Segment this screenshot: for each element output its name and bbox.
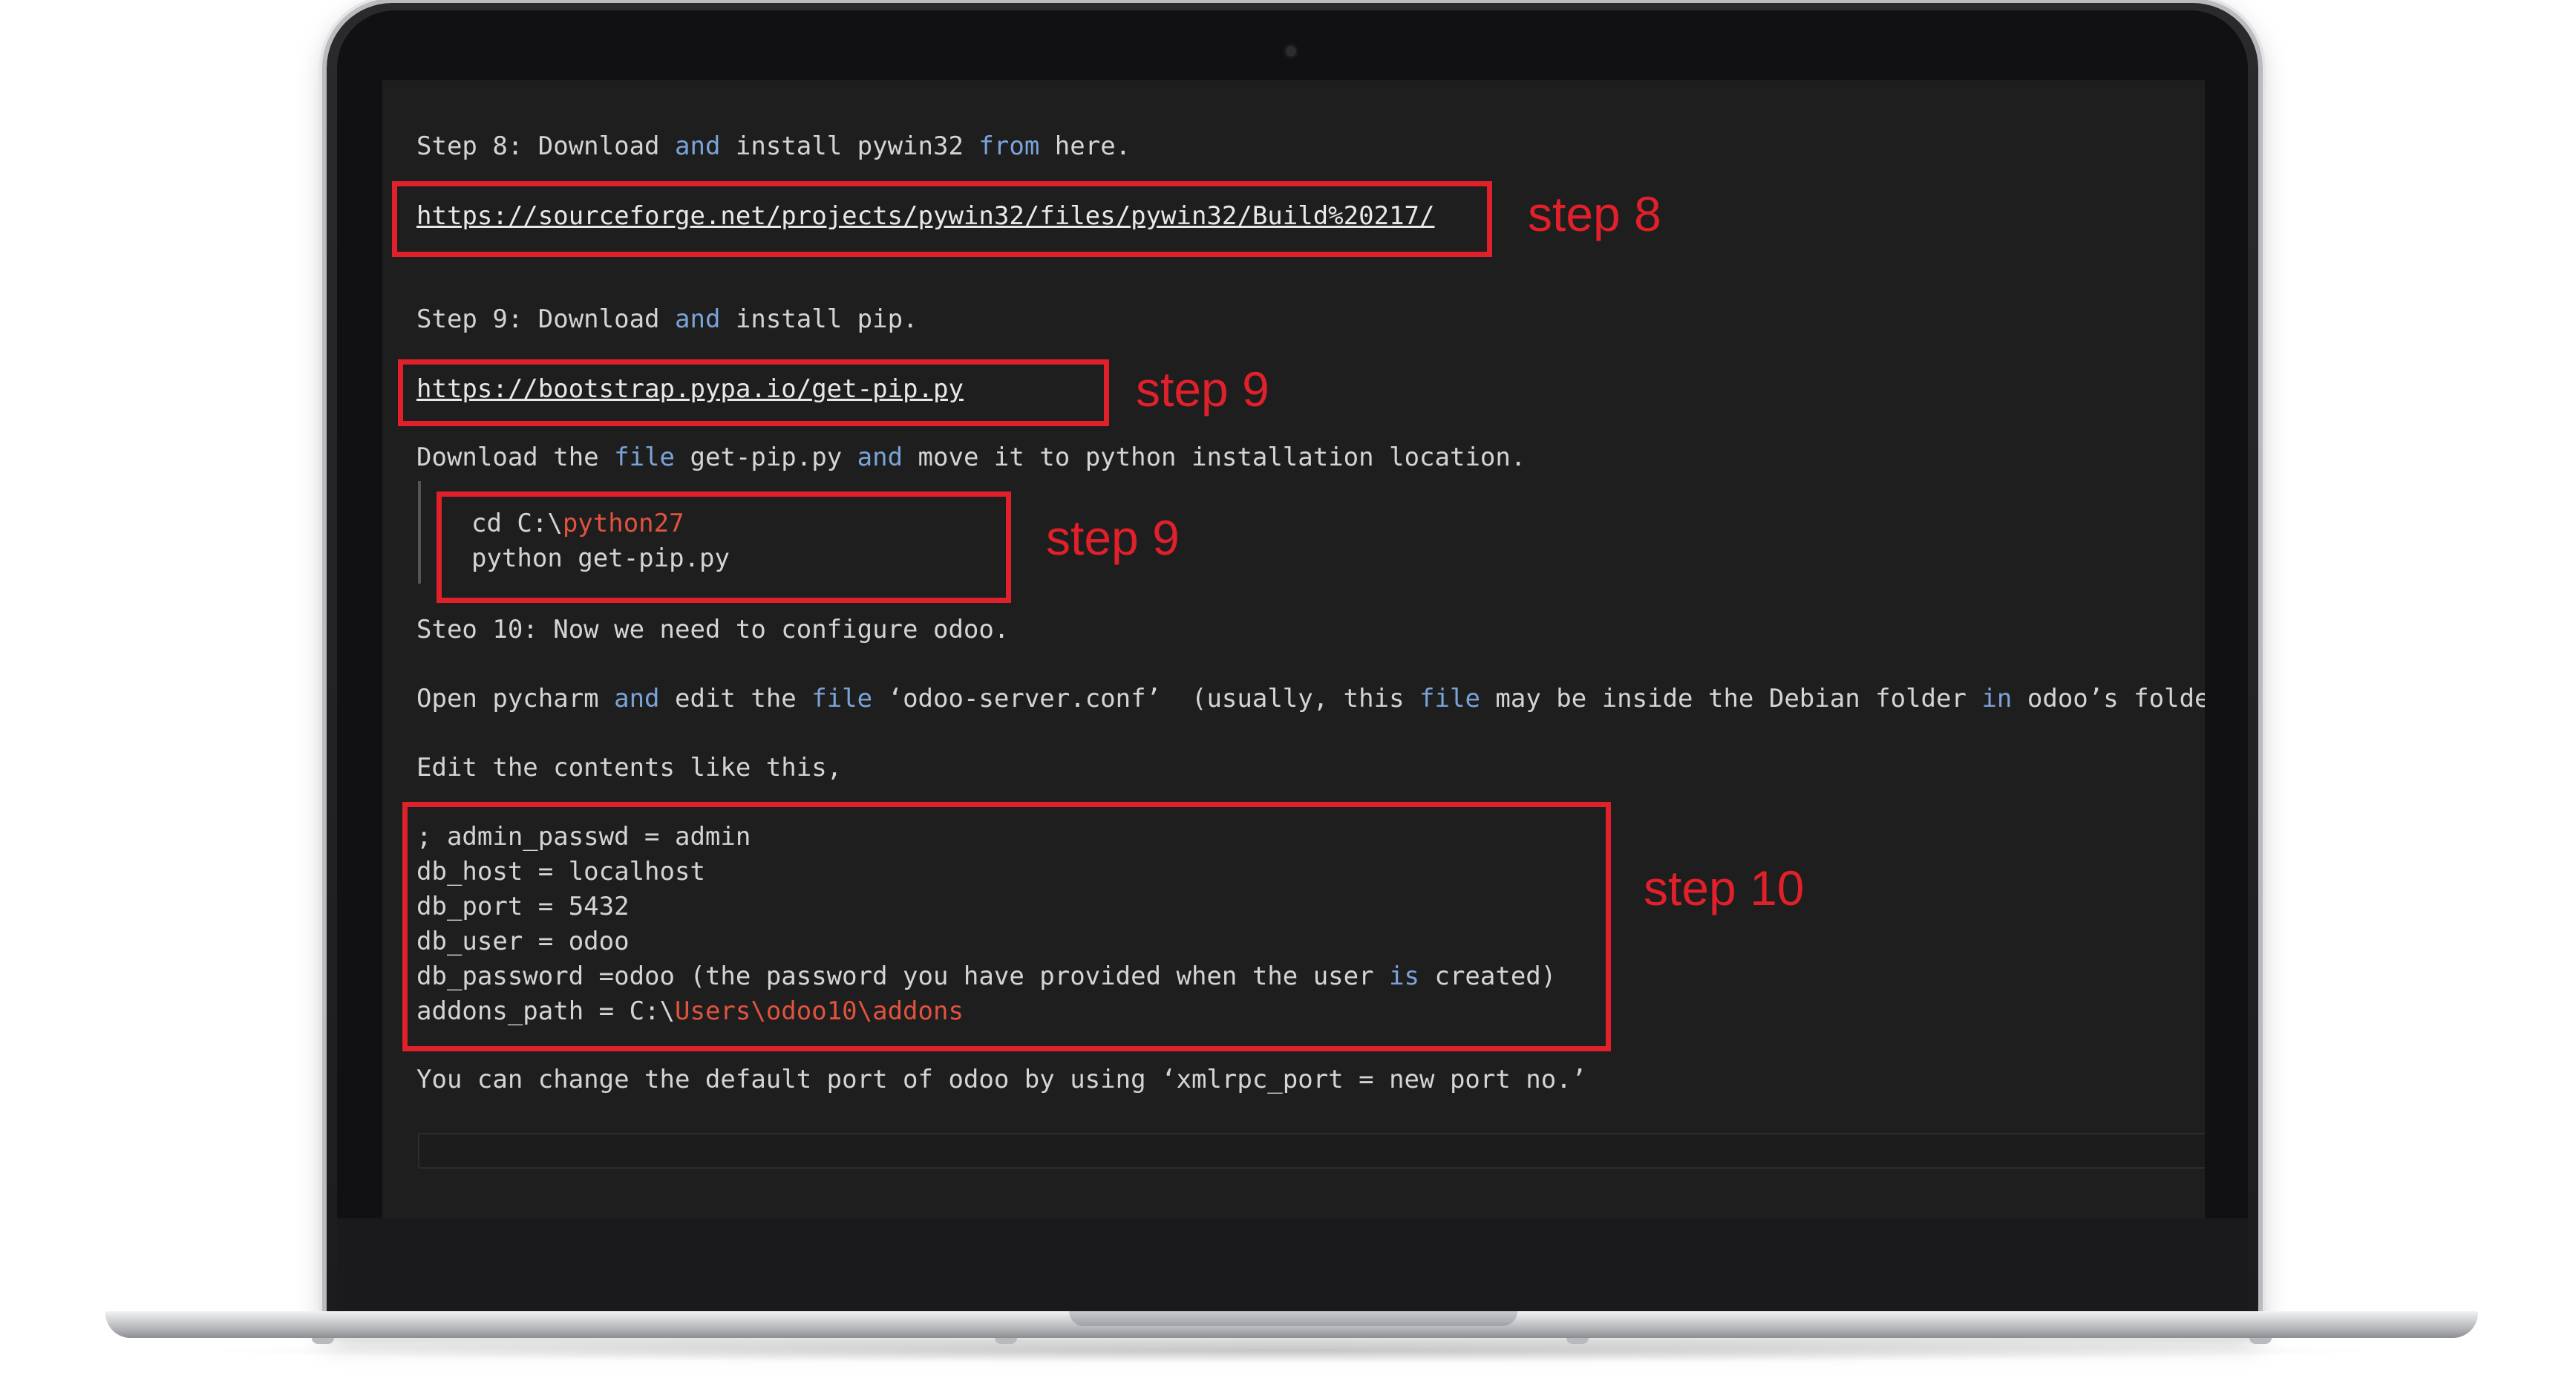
step9-code-label: step 9 [1046,510,1180,565]
step9-link-label: step 9 [1136,362,1269,417]
step9-line: Step 9: Download and install pip. [416,304,918,334]
laptop-opening-notch [1069,1311,1517,1326]
laptop-foot [2249,1338,2272,1344]
step10-line: Steo 10: Now we need to configure odoo. [416,615,1010,644]
step9-link-highlight-box [398,359,1109,426]
laptop-foot [995,1338,1017,1344]
laptop-shadow [193,1338,2390,1363]
step10-highlight-box [402,802,1611,1051]
text-input-area[interactable] [418,1133,2205,1169]
move-file-line: Download the file get-pip.py and move it… [416,443,1526,472]
edit-contents-line: Edit the contents like this, [416,753,843,783]
open-pycharm-line: Open pycharm and edit the file ‘odoo-ser… [416,684,2205,714]
step10-label: step 10 [1644,861,1805,915]
step8-label: step 8 [1528,186,1661,241]
laptop-foot [1566,1338,1589,1344]
laptop-foot [312,1338,334,1344]
change-port-line: You can change the default port of odoo … [416,1065,1587,1094]
step8-line: Step 8: Download and install pywin32 fro… [416,131,1131,161]
camera-icon [1286,46,1296,56]
laptop-chin [337,1218,2248,1312]
step8-highlight-box [392,181,1492,257]
code-block-bar [418,481,421,584]
step9-code-highlight-box [437,492,1011,603]
